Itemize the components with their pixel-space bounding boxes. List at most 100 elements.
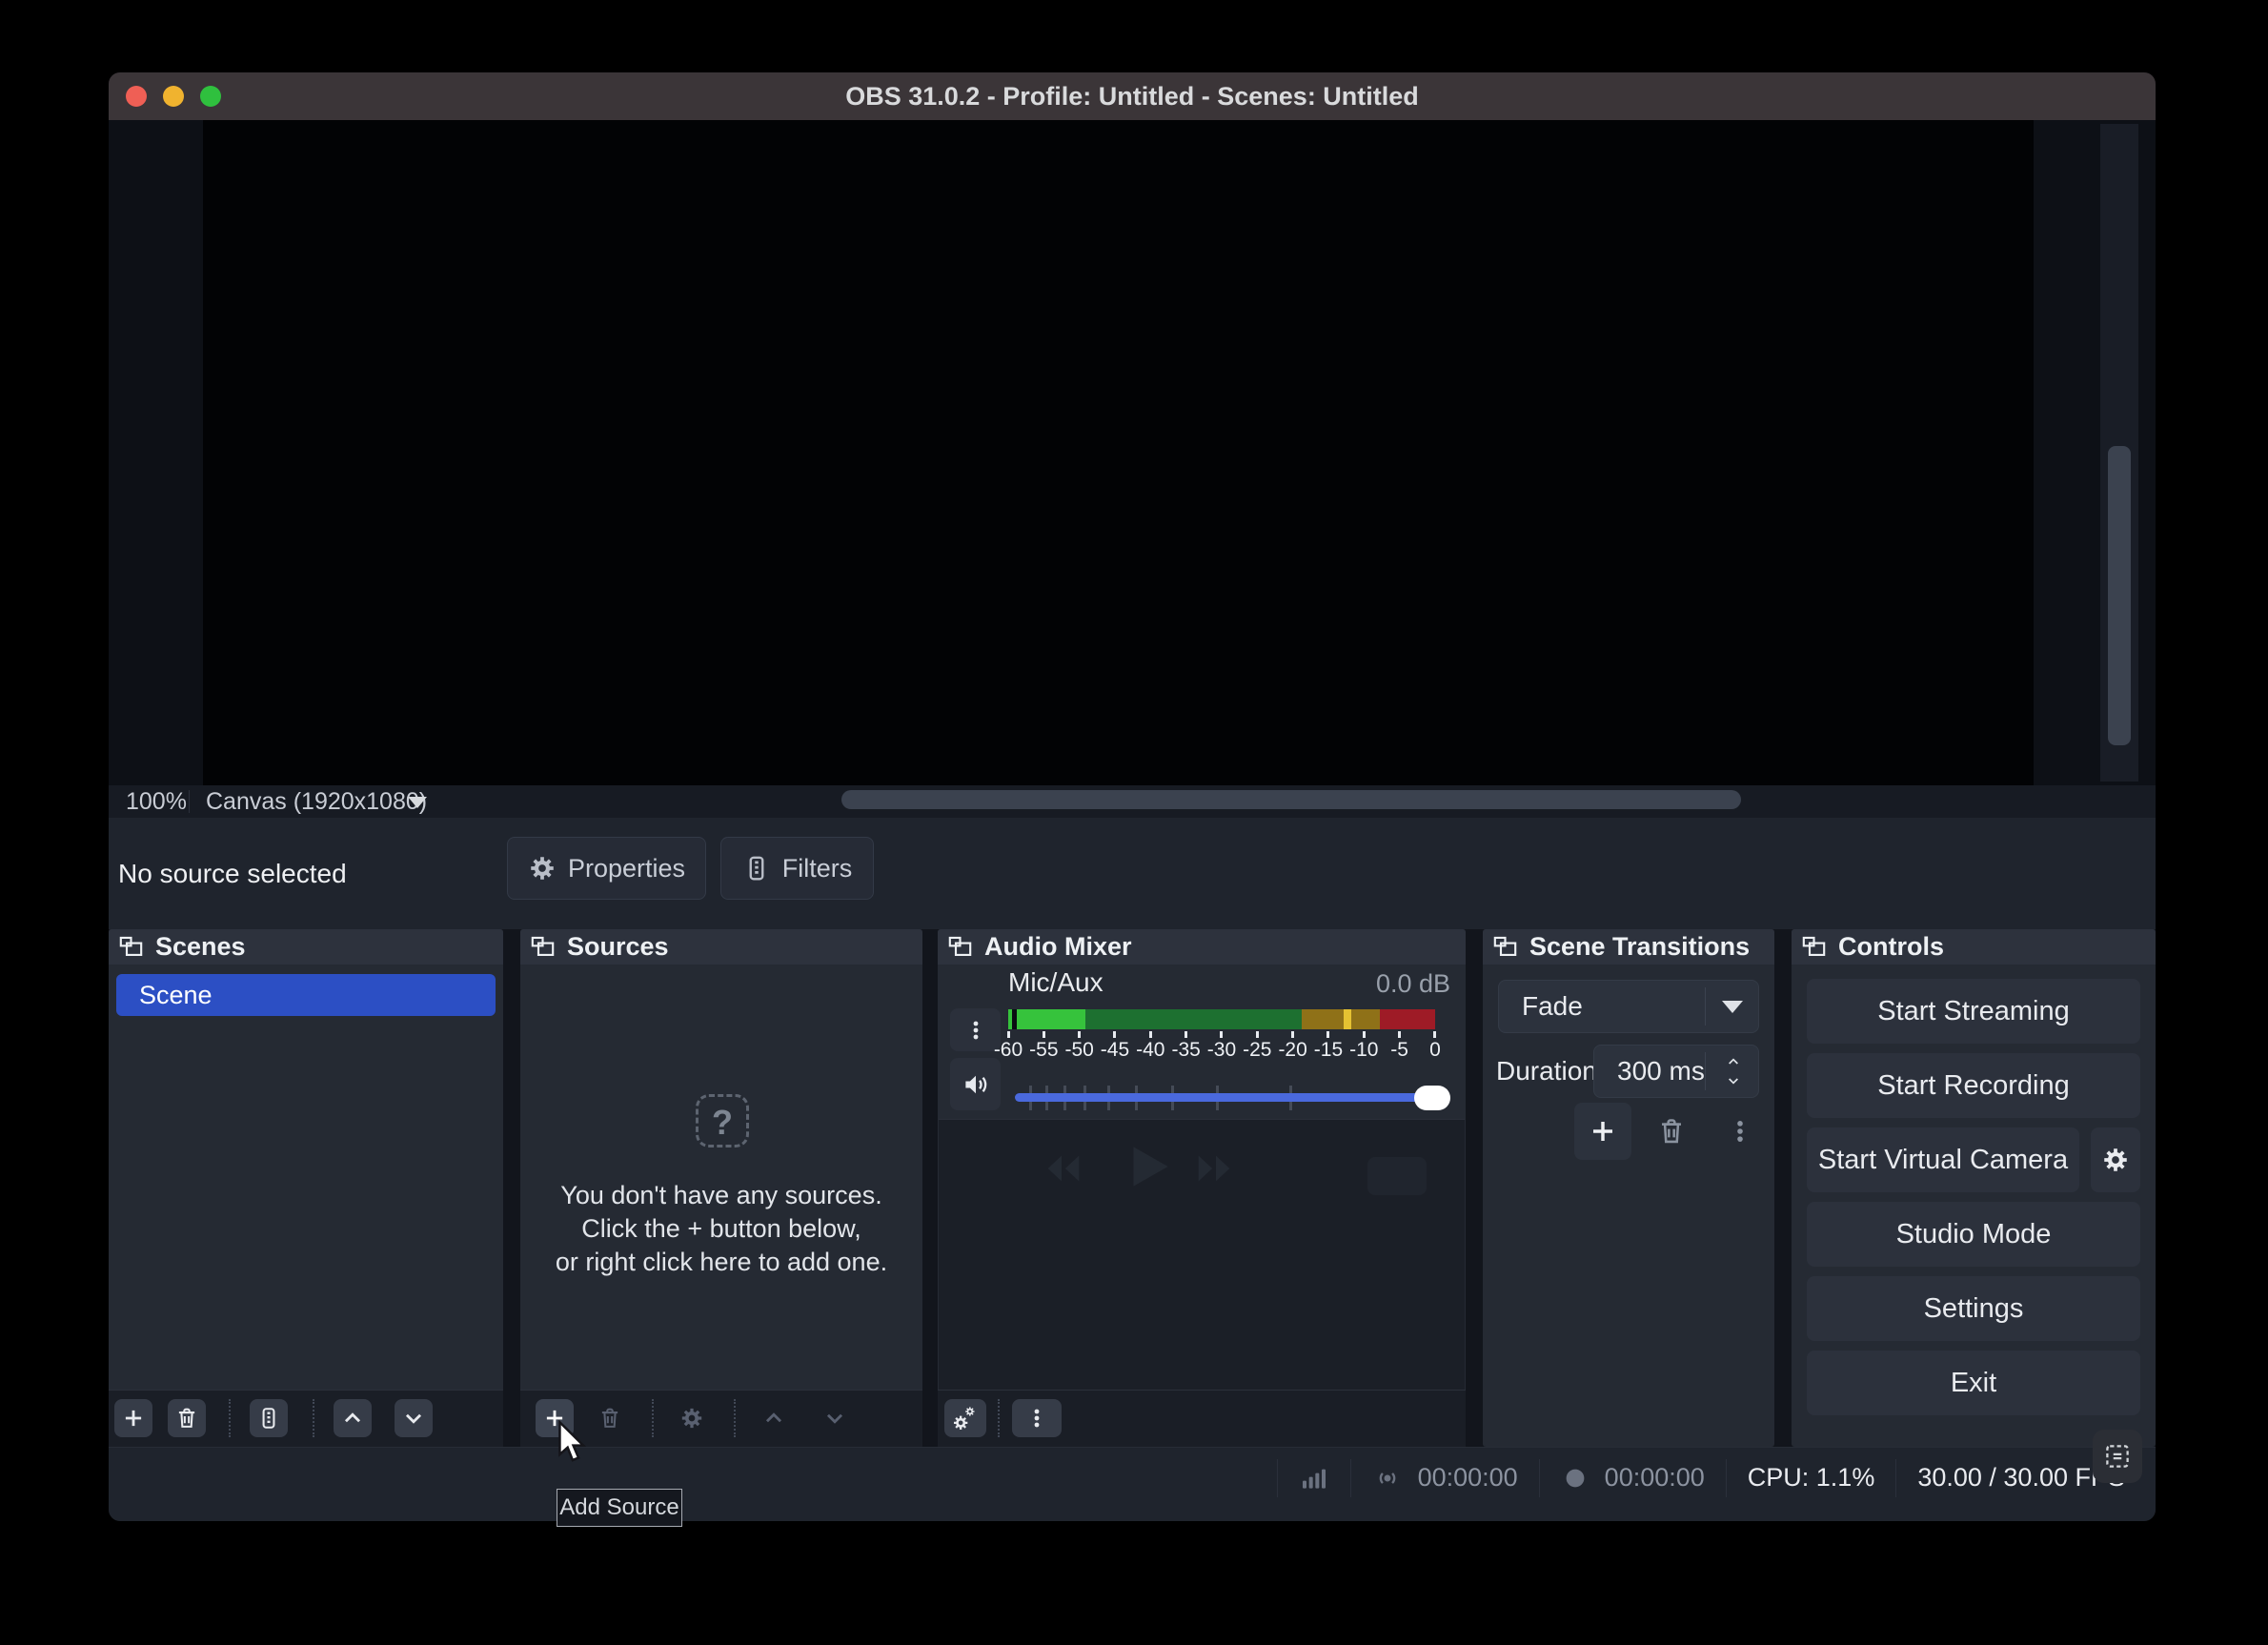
tick-label: -5 — [1383, 1031, 1417, 1062]
settings-button[interactable]: Settings — [1807, 1276, 2140, 1341]
meter-peak-marker — [1344, 1009, 1351, 1029]
advanced-audio-properties-button[interactable] — [944, 1399, 986, 1437]
transition-value: Fade — [1522, 981, 1583, 1032]
duration-label: Duration — [1496, 1045, 1597, 1098]
add-source-tooltip: Add Source — [557, 1489, 682, 1527]
scene-filters-button[interactable] — [250, 1399, 288, 1437]
scene-transitions-panel-title: Scene Transitions — [1529, 932, 1750, 962]
gear-icon — [2101, 1146, 2130, 1174]
filter-icon — [742, 854, 771, 883]
start-recording-button[interactable]: Start Recording — [1807, 1053, 2140, 1118]
empty-line: You don't have any sources. — [520, 1179, 922, 1212]
start-streaming-button[interactable]: Start Streaming — [1807, 979, 2140, 1044]
properties-label: Properties — [568, 854, 685, 883]
divider — [189, 790, 190, 813]
cursor-icon — [557, 1420, 587, 1466]
duration-spinbox[interactable]: 300 ms — [1593, 1045, 1759, 1098]
stream-timer: 00:00:00 — [1418, 1463, 1518, 1493]
divider — [734, 1399, 736, 1437]
mute-button[interactable] — [950, 1058, 1001, 1110]
properties-button[interactable]: Properties — [507, 837, 706, 900]
vertical-scrollbar[interactable] — [2100, 124, 2138, 782]
remove-scene-button[interactable] — [168, 1399, 206, 1437]
sources-panel-header: Sources — [520, 929, 922, 965]
window-title: OBS 31.0.2 - Profile: Untitled - Scenes:… — [109, 72, 2156, 120]
divider — [229, 1399, 231, 1437]
tick-label: -45 — [1098, 1031, 1132, 1062]
filters-button[interactable]: Filters — [720, 837, 874, 900]
controls-panel-header: Controls — [1792, 929, 2156, 965]
scenes-toolbar — [109, 1390, 503, 1447]
move-scene-down-button[interactable] — [395, 1399, 433, 1437]
volume-slider-handle[interactable] — [1414, 1086, 1450, 1110]
mixer-channel-name: Mic/Aux — [1008, 967, 1104, 998]
controls-panel-title: Controls — [1838, 932, 1944, 962]
controls-panel: Controls Start Streaming Start Recording… — [1792, 929, 2156, 1447]
panel-icon — [118, 934, 144, 960]
tick-label: -20 — [1276, 1031, 1310, 1062]
panel-icon — [1801, 934, 1827, 960]
transition-properties-button[interactable] — [1723, 1110, 1757, 1152]
scene-list-item[interactable]: Scene — [116, 974, 496, 1016]
start-virtual-camera-button[interactable]: Start Virtual Camera — [1807, 1127, 2079, 1192]
divider — [998, 1399, 1000, 1437]
virtual-camera-settings-button[interactable] — [2091, 1127, 2140, 1192]
screen-capture-indicator-icon[interactable] — [2093, 1430, 2142, 1483]
kebab-menu-icon — [1025, 1407, 1048, 1430]
source-properties-button[interactable] — [673, 1399, 711, 1437]
mixer-scroll-area — [939, 1119, 1465, 1391]
transition-select[interactable]: Fade — [1498, 980, 1759, 1033]
meter-zone-yellow — [1302, 1009, 1380, 1029]
canvas-size-selector[interactable]: Canvas (1920x1080) — [206, 785, 427, 818]
tick-label: -25 — [1240, 1031, 1274, 1062]
preview-area[interactable] — [109, 120, 2156, 785]
divider — [1895, 1459, 1896, 1497]
divider — [1705, 1052, 1706, 1090]
trash-icon — [1656, 1116, 1687, 1147]
move-scene-up-button[interactable] — [334, 1399, 372, 1437]
meter-zone-red — [1380, 1009, 1435, 1029]
divider — [652, 1399, 654, 1437]
tick-label: 0 — [1418, 1031, 1452, 1062]
meter-zone-green — [1085, 1009, 1302, 1029]
exit-button[interactable]: Exit — [1807, 1351, 2140, 1415]
sources-panel: Sources ? You don't have any sources. Cl… — [520, 929, 922, 1447]
source-toolbar-row: No source selected Properties Filters — [109, 818, 2156, 929]
audio-mixer-panel-header: Audio Mixer — [938, 929, 1466, 965]
mixer-channel-level: 0.0 dB — [1376, 969, 1450, 999]
scenes-panel-header: Scenes — [109, 929, 503, 965]
media-play-icon — [1119, 1137, 1178, 1196]
gear-icon — [528, 854, 557, 883]
dock-panels: Scenes Scene Sources ? You don't have an… — [109, 929, 2156, 1447]
spin-up-button[interactable] — [1714, 1052, 1752, 1071]
spin-down-button[interactable] — [1714, 1071, 1752, 1090]
move-source-up-button[interactable] — [755, 1399, 793, 1437]
vertical-scrollbar-thumb[interactable] — [2108, 446, 2131, 745]
scene-transitions-panel: Scene Transitions Fade Duration 300 ms — [1483, 929, 1774, 1447]
empty-line: Click the + button below, — [520, 1212, 922, 1246]
preview-canvas[interactable] — [203, 120, 2034, 785]
speaker-icon — [962, 1070, 990, 1099]
kebab-menu-icon — [964, 1019, 987, 1042]
tick-label: -35 — [1169, 1031, 1204, 1062]
divider — [1350, 1459, 1351, 1497]
cpu-usage: CPU: 1.1% — [1748, 1463, 1875, 1493]
volume-slider[interactable] — [1015, 1093, 1434, 1102]
panel-icon — [530, 934, 556, 960]
remove-source-button[interactable] — [591, 1399, 629, 1437]
status-bar: 00:00:00 00:00:00 CPU: 1.1% 30.00 / 30.0… — [109, 1447, 2156, 1521]
stream-status-icon — [1372, 1463, 1403, 1493]
chevron-down-icon[interactable] — [408, 797, 427, 808]
media-forward-icon — [1193, 1147, 1237, 1190]
meter-level-bright — [1017, 1009, 1085, 1029]
horizontal-scrollbar-thumb[interactable] — [841, 790, 1741, 809]
chevron-up-icon — [1724, 1054, 1743, 1069]
add-scene-button[interactable] — [114, 1399, 152, 1437]
remove-transition-button[interactable] — [1650, 1110, 1692, 1152]
obs-window: OBS 31.0.2 - Profile: Untitled - Scenes:… — [109, 72, 2156, 1521]
empty-line: or right click here to add one. — [520, 1246, 922, 1279]
studio-mode-button[interactable]: Studio Mode — [1807, 1202, 2140, 1267]
move-source-down-button[interactable] — [816, 1399, 854, 1437]
mixer-menu-button[interactable] — [1012, 1399, 1062, 1437]
add-transition-button[interactable] — [1574, 1103, 1631, 1160]
